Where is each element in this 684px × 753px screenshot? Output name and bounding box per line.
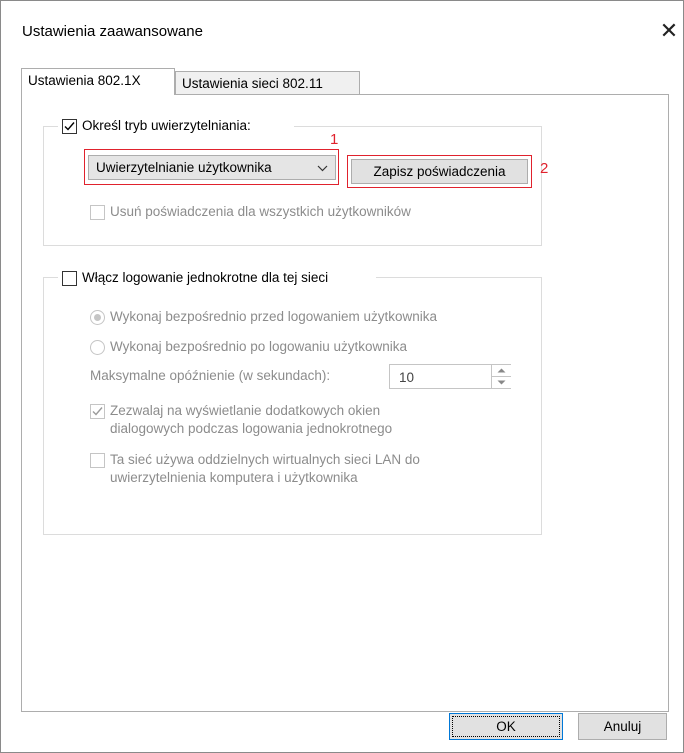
auth-mode-dropdown-value: Uwierzytelnianie użytkownika: [96, 160, 272, 175]
delete-credentials-label: Usuń poświadczenia dla wszystkich użytko…: [110, 204, 411, 219]
max-delay-value: 10: [399, 370, 415, 385]
allow-dialogs-label-line2: dialogowych podczas logowania jednokrotn…: [110, 421, 393, 436]
spin-down-icon[interactable]: [497, 380, 506, 385]
save-credentials-label: Zapisz poświadczenia: [373, 164, 506, 179]
max-delay-label: Maksymalne opóźnienie (w sekundach):: [90, 368, 331, 383]
auth-mode-label: Określ tryb uwierzytelniania:: [82, 118, 251, 133]
tab-80211[interactable]: Ustawienia sieci 802.11: [175, 71, 360, 94]
radio-before-logon-label: Wykonaj bezpośrednio przed logowaniem uż…: [110, 309, 438, 324]
close-icon[interactable]: ✕: [655, 17, 683, 45]
separate-vlan-label-line1: Ta sieć używa oddzielnych wirtualnych si…: [110, 452, 420, 467]
allow-dialogs-checkbox[interactable]: [90, 404, 105, 419]
allow-dialogs-label-line1: Zezwalaj na wyświetlanie dodatkowych oki…: [110, 403, 381, 418]
tab-8021x[interactable]: Ustawienia 802.1X: [21, 68, 175, 94]
tab-8021x-label: Ustawienia 802.1X: [28, 73, 141, 88]
ok-button[interactable]: OK: [449, 713, 563, 740]
chevron-down-icon: [317, 165, 328, 172]
auth-mode-dropdown[interactable]: Uwierzytelnianie użytkownika: [88, 155, 336, 180]
cancel-button-label: Anuluj: [603, 719, 642, 734]
radio-after-logon[interactable]: [90, 340, 105, 355]
annotation-1: 1: [330, 131, 339, 148]
separate-vlan-label-line2: uwierzytelnienia komputera i użytkownika: [110, 470, 358, 485]
auth-mode-checkbox[interactable]: [62, 119, 77, 134]
tab-80211-label: Ustawienia sieci 802.11: [182, 76, 323, 91]
radio-dot: [94, 314, 101, 321]
annotation-2: 2: [540, 160, 549, 177]
checkmark-icon: [92, 407, 103, 416]
max-delay-spinner[interactable]: 10: [389, 364, 511, 389]
spinner-divider: [492, 376, 511, 377]
spin-up-icon[interactable]: [497, 368, 506, 373]
delete-credentials-checkbox[interactable]: [90, 205, 105, 220]
dialog-title: Ustawienia zaawansowane: [22, 23, 203, 40]
radio-after-logon-label: Wykonaj bezpośrednio po logowaniu użytko…: [110, 339, 408, 354]
active-tab-joint: [22, 93, 174, 96]
sso-checkbox[interactable]: [62, 271, 77, 286]
save-credentials-button[interactable]: Zapisz poświadczenia: [351, 159, 528, 184]
sso-label: Włącz logowanie jednokrotne dla tej siec…: [82, 270, 329, 285]
separate-vlan-checkbox[interactable]: [90, 453, 105, 468]
spinner-buttons[interactable]: [491, 365, 511, 388]
focus-rectangle: [452, 716, 560, 737]
checkmark-icon: [64, 122, 75, 131]
cancel-button[interactable]: Anuluj: [578, 713, 667, 740]
radio-before-logon[interactable]: [90, 310, 105, 325]
